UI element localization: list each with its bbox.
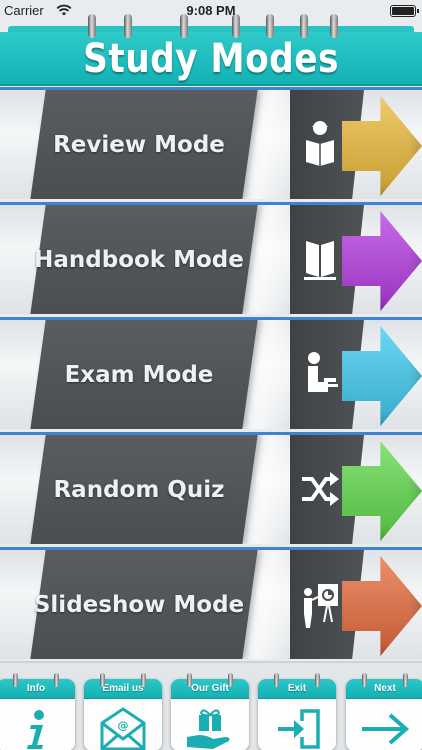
- ring-icon: [141, 673, 146, 687]
- shuffle-icon: [302, 472, 339, 506]
- ring-icon: [403, 673, 408, 687]
- info-button[interactable]: Info: [0, 673, 75, 750]
- toolbar-rings: [171, 673, 249, 687]
- our-gift-button[interactable]: Our Gift: [171, 673, 249, 750]
- bottom-toolbar: Info Email us @ Our Gift Exit Next: [0, 661, 422, 750]
- toolbar-rings: [346, 673, 422, 687]
- ring-icon: [274, 673, 279, 687]
- ring-icon: [13, 673, 18, 687]
- toolbar-card: Our Gift: [171, 679, 249, 750]
- exit-button[interactable]: Exit: [258, 673, 336, 750]
- mode-row-handbook[interactable]: Handbook Mode: [0, 202, 422, 314]
- email-us-button[interactable]: Email us @: [84, 673, 162, 750]
- ring-icon: [54, 673, 59, 687]
- toolbar-card: Exit: [258, 679, 336, 750]
- ring-icon: [362, 673, 367, 687]
- ring-icon: [228, 673, 233, 687]
- toolbar-card: Email us @: [84, 679, 162, 750]
- mode-row-exam[interactable]: Exam Mode: [0, 317, 422, 429]
- toolbar-card: Info: [0, 679, 75, 750]
- battery-level: [392, 7, 414, 15]
- email-envelope-icon: @: [100, 707, 146, 750]
- mode-row-random-quiz[interactable]: Random Quiz: [0, 432, 422, 544]
- page-title: Study Modes: [83, 36, 339, 82]
- ring-icon: [315, 673, 320, 687]
- mode-row-slideshow[interactable]: Slideshow Mode: [0, 547, 422, 659]
- reader-icon: [306, 121, 334, 166]
- arrow-right-icon: [362, 713, 410, 745]
- presenter-icon: [304, 584, 338, 628]
- battery-icon: [390, 5, 419, 17]
- mode-row-review[interactable]: Review Mode: [0, 87, 422, 199]
- toolbar-rings: [0, 673, 75, 687]
- mode-label: Review Mode: [53, 131, 225, 158]
- ring-icon: [100, 673, 105, 687]
- ring-icon: [187, 673, 192, 687]
- mode-label: Random Quiz: [53, 476, 225, 503]
- info-icon: [27, 710, 44, 749]
- gift-hand-icon: [187, 709, 230, 749]
- svg-text:@: @: [118, 719, 129, 732]
- toolbar-rings: [258, 673, 336, 687]
- next-button[interactable]: Next: [346, 673, 422, 750]
- mode-list: Review Mode Handbook Mode Exam Mode Rand…: [0, 87, 422, 661]
- header: Study Modes: [0, 14, 422, 86]
- status-time: 9:08 PM: [186, 3, 236, 18]
- student-desk-icon: [308, 352, 338, 392]
- mode-label: Handbook Mode: [34, 246, 244, 273]
- exit-door-icon: [278, 709, 320, 749]
- toolbar-rings: [84, 673, 162, 687]
- toolbar-card: Next: [346, 679, 422, 750]
- mode-label: Exam Mode: [64, 361, 214, 388]
- status-bar: Carrier 9:08 PM: [0, 0, 422, 22]
- mode-label: Slideshow Mode: [33, 591, 245, 618]
- book-icon: [304, 241, 336, 280]
